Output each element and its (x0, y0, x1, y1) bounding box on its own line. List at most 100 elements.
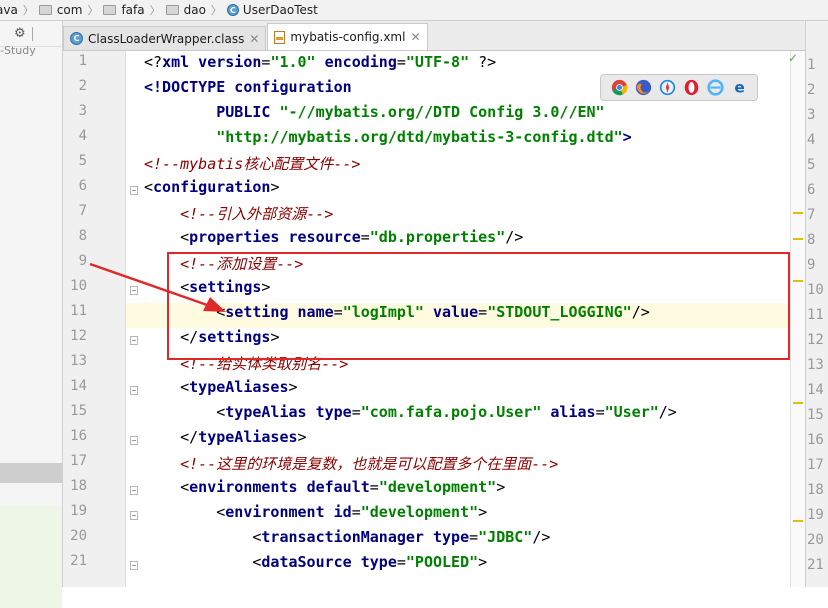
code-token: > (288, 378, 298, 396)
breadcrumb-item-dao[interactable]: dao (165, 3, 206, 17)
fold-marker-icon[interactable] (130, 286, 138, 295)
code-line[interactable]: <setting name="logImpl" value="STDOUT_LO… (144, 303, 650, 328)
code-line[interactable]: </typeAliases> (144, 428, 306, 453)
diff-line-number: 14 (807, 382, 824, 398)
chrome-icon[interactable] (611, 79, 628, 96)
fold-marker-icon[interactable] (130, 511, 138, 520)
code-line[interactable]: <!--引入外部资源--> (144, 203, 333, 228)
breadcrumb-label: com (56, 3, 83, 17)
code-line[interactable]: <!--给实体类取别名--> (144, 353, 348, 378)
code-line[interactable]: <dataSource type="POOLED"> (144, 553, 487, 578)
change-marker[interactable] (793, 280, 803, 282)
code-line[interactable]: <typeAliases> (144, 378, 298, 403)
editor-scrollbar[interactable] (790, 51, 805, 587)
opera-icon[interactable] (683, 79, 700, 96)
breadcrumb-item-com[interactable]: com (38, 3, 83, 17)
code-token: <? (144, 53, 163, 71)
code-line[interactable]: "http://mybatis.org/dtd/mybatis-3-config… (144, 128, 632, 153)
project-selected-row[interactable] (0, 463, 62, 483)
code-token: typeAliases (198, 428, 298, 446)
tab-classloaderwrapper[interactable]: C ClassLoaderWrapper.class ✕ (63, 26, 267, 50)
code-line[interactable]: PUBLIC "-//mybatis.org//DTD Config 3.0//… (144, 103, 605, 128)
breadcrumb-item-fafa[interactable]: fafa (103, 3, 145, 17)
code-line[interactable]: <typeAlias type="com.fafa.pojo.User" ali… (144, 403, 677, 428)
code-line[interactable]: <configuration> (144, 178, 279, 203)
project-changed-area (0, 505, 62, 608)
code-token: /> (532, 528, 551, 546)
edge-icon[interactable]: e (731, 79, 748, 96)
gear-icon[interactable]: ⚙ (14, 26, 26, 41)
code-token: > (478, 553, 488, 571)
code-token: alias (550, 403, 596, 421)
code-token: </ (144, 328, 199, 346)
change-marker[interactable] (793, 238, 803, 240)
line-number: 13 (70, 353, 87, 369)
code-token: = (351, 503, 361, 521)
code-token: <!--这里的环境是复数，也就是可以配置多个在里面--> (180, 455, 559, 473)
code-token: resource (288, 228, 361, 246)
safari-icon[interactable] (659, 79, 676, 96)
code-token: "-//mybatis.org//DTD Config 3.0//EN" (279, 103, 605, 121)
code-line[interactable]: <transactionManager type="JDBC"/> (144, 528, 550, 553)
folder-icon (165, 5, 179, 15)
fold-marker-icon[interactable] (130, 336, 138, 345)
code-token: > (270, 328, 280, 346)
diff-line-number: 7 (807, 207, 816, 223)
change-marker[interactable] (793, 520, 803, 522)
inspection-ok-icon[interactable]: ✓ (788, 51, 798, 65)
code-token: name (297, 303, 334, 321)
line-number: 16 (70, 428, 87, 444)
code-line[interactable]: <environments default="development"> (144, 478, 505, 503)
code-token: < (144, 503, 226, 521)
code-token: < (144, 303, 226, 321)
tab-mybatis-config[interactable]: mybatis-config.xml ✕ (267, 23, 428, 50)
code-line[interactable]: <properties resource="db.properties"/> (144, 228, 523, 253)
line-number: 18 (70, 478, 87, 494)
line-number: 2 (78, 78, 87, 94)
fold-marker-icon[interactable] (130, 386, 138, 395)
code-token: "http://mybatis.org/dtd/mybatis-3-config… (216, 128, 623, 146)
code-token: > (270, 178, 280, 196)
code-token: = (469, 528, 479, 546)
code-token: > (622, 128, 632, 146)
code-line[interactable]: <settings> (144, 278, 270, 303)
breadcrumb-separator: 〉 (149, 4, 161, 17)
code-token: environments (189, 478, 307, 496)
code-token: transactionManager (261, 528, 433, 546)
line-number: 21 (70, 553, 87, 569)
fold-marker-icon[interactable] (130, 486, 138, 495)
code-token: "logImpl" (342, 303, 433, 321)
code-line[interactable]: <!--添加设置--> (144, 253, 303, 278)
code-token: "STDOUT_LOGGING" (487, 303, 632, 321)
diff-line-number: 1 (807, 57, 816, 73)
code-line[interactable]: <environment id="development"> (144, 503, 487, 528)
fold-marker-icon[interactable] (130, 436, 138, 445)
close-icon[interactable]: ✕ (410, 30, 420, 44)
xml-file-icon (274, 30, 286, 44)
code-token: > (261, 278, 271, 296)
code-token: < (144, 478, 190, 496)
code-token: = (396, 53, 406, 71)
code-token: = (396, 553, 406, 571)
breadcrumb-item-userdaotest[interactable]: C UserDaoTest (226, 3, 318, 17)
code-token: ?> (478, 53, 497, 71)
diff-line-number: 9 (807, 257, 816, 273)
fold-marker-icon[interactable] (130, 561, 138, 570)
code-line[interactable]: <!DOCTYPE configuration (144, 78, 352, 103)
firefox-icon[interactable] (635, 79, 652, 96)
breadcrumb-item-java[interactable]: ava (0, 3, 18, 17)
change-marker[interactable] (793, 402, 803, 404)
code-line[interactable]: <!--mybatis核心配置文件--> (144, 153, 360, 178)
change-marker[interactable] (793, 212, 803, 214)
code-line[interactable]: <?xml version="1.0" encoding="UTF-8" ?> (144, 53, 496, 78)
fold-marker-icon[interactable] (130, 186, 138, 195)
code-line[interactable]: </settings> (144, 328, 279, 353)
code-line[interactable]: <!--这里的环境是复数，也就是可以配置多个在里面--> (144, 453, 558, 478)
code-token: "db.properties" (369, 228, 506, 246)
close-icon[interactable]: ✕ (249, 32, 259, 46)
folder-icon (103, 5, 117, 15)
ie-icon[interactable] (706, 79, 724, 96)
code-token: type (360, 553, 397, 571)
toolbar-divider (31, 26, 33, 41)
